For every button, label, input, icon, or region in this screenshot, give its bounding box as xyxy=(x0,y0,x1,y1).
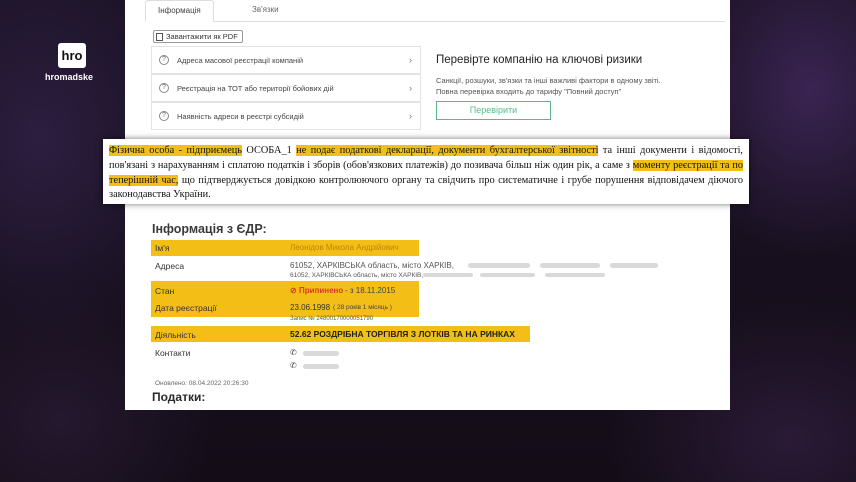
redacted-text xyxy=(610,263,658,268)
redacted-text xyxy=(468,263,530,268)
redacted-text xyxy=(480,273,535,277)
regdate-value: 23.06.1998 xyxy=(290,303,331,312)
status-text: Припинено xyxy=(298,286,344,295)
record-number: Запис № 24800170000051790 xyxy=(290,316,374,322)
activity-value: 52.62 РОЗДРІБНА ТОРГІВЛЯ З ЛОТКІВ ТА НА … xyxy=(290,329,515,339)
redacted-text xyxy=(540,263,600,268)
status-value: ⊘ Припинено xyxy=(290,286,343,295)
hromadske-logo: hro hromadske xyxy=(45,43,93,82)
download-pdf-button[interactable]: Завантажити як PDF xyxy=(153,30,243,43)
activity-label: Діяльність xyxy=(155,330,196,340)
taxes-title: Податки: xyxy=(152,390,206,404)
tab-info[interactable]: Інформація xyxy=(145,0,214,22)
quote-highlight: Фізична особа - підприємець xyxy=(109,145,242,156)
status-date: - з 18.11.2015 xyxy=(345,286,396,295)
tab-links[interactable]: Зв'язки xyxy=(240,0,291,22)
tab-bar: Інформація Зв'язки xyxy=(145,0,725,22)
logo-text: hromadske xyxy=(45,72,94,82)
name-value: Леонідов Микола Андрійович xyxy=(290,243,399,252)
quote-text: ОСОБА_1 xyxy=(241,145,297,156)
risk-desc-line2: Повна перевірка входить до тарифу "Повни… xyxy=(436,87,622,96)
address-line1: 61052, ХАРКІВСЬКА область, місто ХАРКІВ, xyxy=(290,261,454,270)
question-icon: ? xyxy=(159,83,169,93)
redacted-phone xyxy=(303,351,339,356)
accordion-item-subsidies[interactable]: ? Наявність адреси в реєстрі субсидій › xyxy=(151,102,421,130)
download-pdf-label: Завантажити як PDF xyxy=(166,32,238,41)
status-label: Стан xyxy=(155,286,175,296)
risk-desc-line1: Санкції, розшуки, зв'язки та інші важлив… xyxy=(436,76,661,85)
accordion-label: Реєстрація на ТОТ або території бойових … xyxy=(177,83,334,93)
status-icon: ⊘ xyxy=(290,286,299,295)
chevron-right-icon: › xyxy=(409,83,412,93)
logo-box: hro xyxy=(58,43,86,68)
risk-description: Санкції, розшуки, зв'язки та інші важлив… xyxy=(436,75,706,97)
quote-text: що підтверджується довідкою контролюючог… xyxy=(109,174,743,201)
name-label: Ім'я xyxy=(155,243,170,253)
accordion-label: Наявність адреси в реєстрі субсидій xyxy=(177,111,304,121)
court-quote-overlay: Фізична особа - підприємець ОСОБА_1 не п… xyxy=(103,139,749,204)
file-icon xyxy=(156,32,163,41)
address-line2: 61052, ХАРКІВСЬКА область, місто ХАРКІВ, xyxy=(290,272,424,279)
chevron-right-icon: › xyxy=(409,55,412,65)
check-button[interactable]: Перевірити xyxy=(436,101,551,120)
regdate-age: ( 28 років 1 місяць ) xyxy=(333,304,392,311)
address-label: Адреса xyxy=(155,261,185,271)
accordion-item-tot[interactable]: ? Реєстрація на ТОТ або території бойови… xyxy=(151,74,421,102)
contacts-label: Контакти xyxy=(155,348,191,358)
updated-timestamp: Оновлено: 08.04.2022 20:26:30 xyxy=(155,380,249,387)
redacted-text xyxy=(545,273,605,277)
risk-title: Перевірте компанію на ключові ризики xyxy=(436,54,643,66)
redacted-text xyxy=(423,273,473,277)
question-icon: ? xyxy=(159,111,169,121)
question-icon: ? xyxy=(159,55,169,65)
accordion-item-mass-registration[interactable]: ? Адреса масової реєстрації компаній › xyxy=(151,46,421,74)
accordion-label: Адреса масової реєстрації компаній xyxy=(177,55,304,65)
chevron-right-icon: › xyxy=(409,111,412,121)
quote-highlight: не подає податкові декларації, документи… xyxy=(296,145,599,156)
company-page: Інформація Зв'язки Завантажити як PDF ? … xyxy=(125,0,730,410)
phone-icon: ✆ xyxy=(290,361,297,370)
phone-icon: ✆ xyxy=(290,348,297,357)
regdate-label: Дата реєстрації xyxy=(155,303,217,313)
redacted-phone xyxy=(303,364,339,369)
edr-title: Інформація з ЄДР: xyxy=(152,222,267,236)
